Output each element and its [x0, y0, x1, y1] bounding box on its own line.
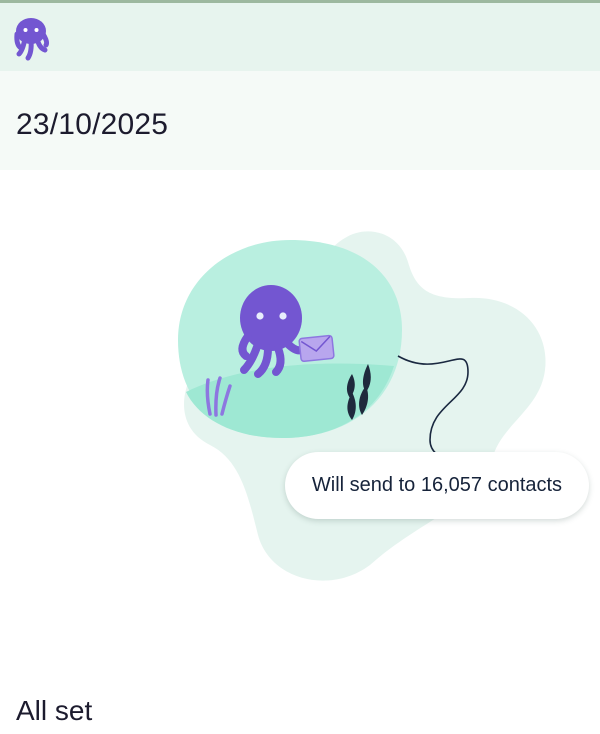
octopus-with-envelope-illustration	[178, 231, 546, 581]
envelope-icon	[298, 334, 335, 363]
status-message: All set	[16, 695, 93, 726]
octopus-logo-icon[interactable]	[12, 16, 50, 64]
send-summary-pill: Will send to 16,057 contacts	[285, 452, 589, 519]
app-header	[0, 3, 600, 71]
campaign-date: 23/10/2025	[16, 108, 169, 141]
